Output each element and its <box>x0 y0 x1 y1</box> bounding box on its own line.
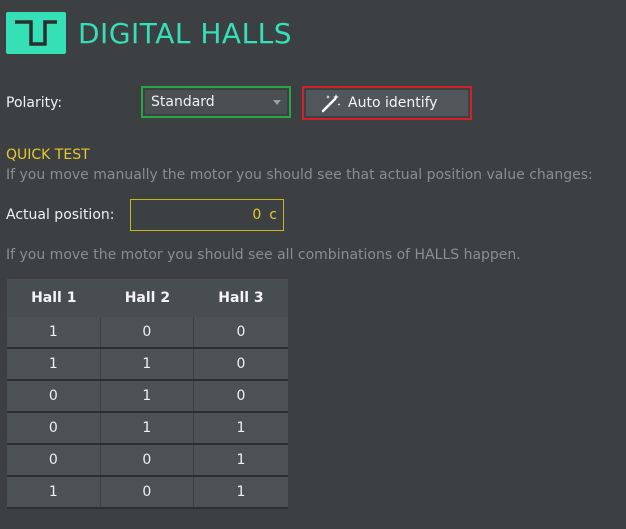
halls-table: Hall 1 Hall 2 Hall 3 1 0 0 1 1 0 0 1 0 0… <box>7 279 288 509</box>
chevron-down-icon <box>273 99 281 105</box>
actual-position-field: 0 c <box>130 199 284 231</box>
table-cell: 1 <box>194 477 288 507</box>
actual-position-label: Actual position: <box>6 207 115 223</box>
table-body: 1 0 0 1 1 0 0 1 0 0 1 1 0 0 1 1 0 1 <box>7 317 288 509</box>
polarity-row: Polarity: Standard Auto identify <box>6 86 626 122</box>
magic-wand-icon <box>321 94 341 113</box>
halls-hint: If you move the motor you should see all… <box>6 247 521 263</box>
table-cell: 0 <box>100 477 195 507</box>
header-hall-3: Hall 3 <box>218 290 264 306</box>
table-cell: 1 <box>7 349 101 379</box>
table-cell: 0 <box>194 349 288 379</box>
header-hall-1: Hall 1 <box>31 290 77 306</box>
table-cell: 1 <box>100 349 195 379</box>
table-row: 1 0 1 <box>7 477 288 509</box>
table-cell: 1 <box>194 445 288 475</box>
quick-test-title: QUICK TEST <box>6 147 90 163</box>
table-cell: 1 <box>100 413 195 443</box>
table-row: 1 0 0 <box>7 317 288 349</box>
table-row: 1 1 0 <box>7 349 288 381</box>
table-cell: 1 <box>7 477 101 507</box>
header-hall-2: Hall 2 <box>124 290 171 306</box>
table-cell: 0 <box>7 381 101 411</box>
auto-identify-highlight: Auto identify <box>302 86 472 120</box>
table-cell: 0 <box>100 445 195 475</box>
table-row: 0 1 0 <box>7 381 288 413</box>
polarity-select[interactable]: Standard <box>141 86 291 118</box>
table-cell: 0 <box>7 413 101 443</box>
actual-position-unit: c <box>269 207 277 223</box>
table-cell: 0 <box>7 445 101 475</box>
table-header: Hall 1 Hall 2 Hall 3 <box>7 279 288 317</box>
auto-identify-label: Auto identify <box>348 95 438 111</box>
header: DIGITAL HALLS <box>6 12 292 54</box>
table-cell: 0 <box>194 317 288 347</box>
auto-identify-button[interactable]: Auto identify <box>306 90 468 116</box>
table-cell: 1 <box>100 381 195 411</box>
table-cell: 1 <box>194 413 288 443</box>
table-row: 0 1 1 <box>7 413 288 445</box>
table-cell: 0 <box>194 381 288 411</box>
table-row: 0 0 1 <box>7 445 288 477</box>
polarity-label: Polarity: <box>6 95 63 111</box>
position-hint: If you move manually the motor you shoul… <box>6 167 593 183</box>
polarity-selected-value: Standard <box>151 94 215 110</box>
page-title: DIGITAL HALLS <box>78 16 293 50</box>
table-cell: 0 <box>100 317 195 347</box>
square-wave-icon <box>6 12 66 54</box>
actual-position-value: 0 <box>252 207 262 223</box>
table-cell: 1 <box>7 317 101 347</box>
